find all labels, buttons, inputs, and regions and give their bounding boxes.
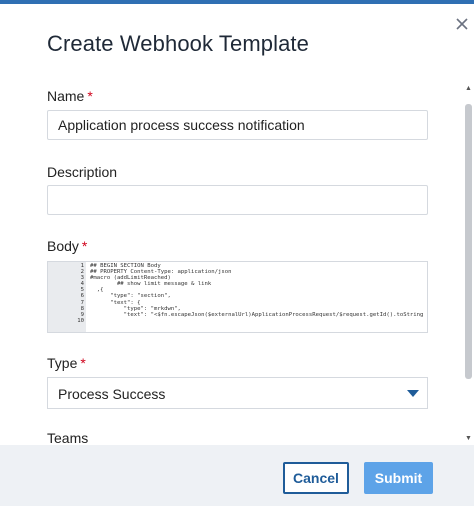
- submit-button[interactable]: Submit: [364, 462, 433, 494]
- description-label: Description: [47, 164, 117, 180]
- create-webhook-template-dialog: Create Webhook Template Name* Descriptio…: [0, 4, 474, 506]
- cancel-button[interactable]: Cancel: [283, 462, 349, 494]
- body-label-text: Body: [47, 238, 79, 254]
- type-label: Type *: [47, 355, 86, 371]
- required-marker: *: [87, 88, 93, 104]
- scroll-down-arrow-icon[interactable]: ▼: [464, 434, 473, 443]
- dialog-footer: Cancel Submit: [0, 445, 474, 506]
- description-input[interactable]: [47, 185, 428, 215]
- scroll-up-arrow-icon[interactable]: ▲: [464, 84, 473, 93]
- scroll-thumb[interactable]: [465, 104, 472, 379]
- required-marker: *: [81, 238, 88, 254]
- name-label-text: Name: [47, 88, 85, 104]
- dialog-scrollbar[interactable]: ▲ ▼: [464, 84, 473, 444]
- body-label: Body *: [47, 238, 87, 254]
- type-label-text: Type: [47, 355, 78, 371]
- type-select-value: Process Success: [58, 386, 166, 402]
- description-label-text: Description: [47, 164, 118, 180]
- line-number: 10: [48, 317, 86, 324]
- type-select[interactable]: Process Success: [47, 377, 428, 409]
- teams-label: Teams: [47, 430, 88, 446]
- name-label: Name *: [47, 88, 93, 104]
- dialog-title: Create Webhook Template: [47, 31, 309, 56]
- code-line: 10: [48, 317, 427, 324]
- code-lines: 1 ## BEGIN SECTION Body 2 ## PROPERTY Conte…: [48, 263, 427, 324]
- body-code-editor[interactable]: 1 ## BEGIN SECTION Body 2 ## PROPERTY Conte…: [47, 261, 428, 333]
- close-icon[interactable]: [452, 14, 472, 34]
- name-input[interactable]: [47, 110, 428, 140]
- required-marker: *: [80, 355, 86, 371]
- teams-label-text: Teams: [47, 430, 89, 446]
- caret-down-icon: [407, 390, 419, 397]
